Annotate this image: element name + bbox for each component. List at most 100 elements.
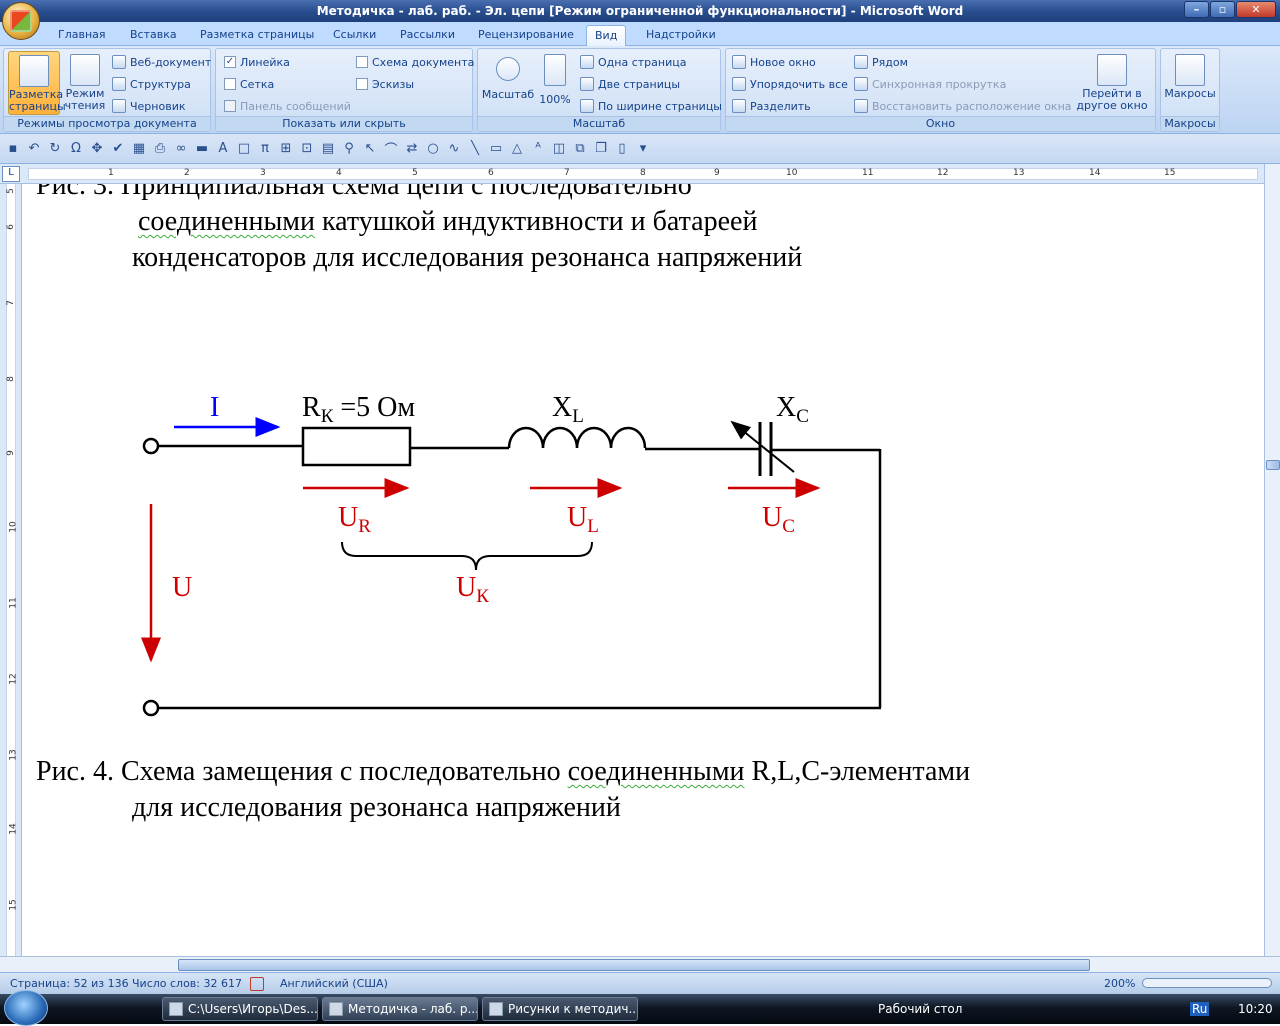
taskbar-item-explorer[interactable]: C:\Users\Игорь\Des... [162,997,318,1021]
message-bar-checkbox[interactable]: Панель сообщений [224,97,351,115]
draft-button[interactable]: Черновик [112,97,186,115]
freeform-icon[interactable]: ∿ [445,141,463,157]
ribbon-tabs: Главная Вставка Разметка страницы Ссылки… [0,22,1280,46]
split-button[interactable]: Разделить [732,97,811,115]
ruler-mark: 6 [488,168,494,178]
resistor [301,426,412,467]
horizontal-scrollbar[interactable] [0,956,1280,972]
tab-selector[interactable]: L [2,166,20,182]
rectangle-icon[interactable]: ▭ [487,141,505,157]
tab-review[interactable]: Рецензирование [470,25,582,46]
taskbar-item-word[interactable]: Методичка - лаб. р... [322,997,478,1021]
two-pages-button[interactable]: Две страницы [580,75,680,93]
proofing-icon[interactable] [250,977,264,991]
page-icon[interactable]: ▯ [613,141,631,157]
maximize-button[interactable]: ▫ [1210,1,1235,18]
vruler-mark: 12 [8,673,19,685]
outline-button[interactable]: Структура [112,75,191,93]
spell-error-word[interactable]: соединенными [568,756,745,787]
vertical-ruler[interactable]: 5 6 7 8 9 10 11 12 13 14 15 [0,184,22,956]
align-icon[interactable]: ⊞ [277,141,295,157]
link-icon[interactable]: ∞ [172,141,190,157]
spellcheck-icon[interactable]: ✔ [109,141,127,157]
tab-home[interactable]: Главная [50,25,114,46]
start-button[interactable] [4,990,48,1026]
font-color-icon[interactable]: A [214,141,232,157]
undo-icon[interactable]: ↶ [25,141,43,157]
group-icon[interactable]: ⊡ [298,141,316,157]
ruler-checkbox[interactable]: ✓ Линейка [224,53,290,71]
vertical-scroll-thumb[interactable] [1266,460,1280,470]
line-icon[interactable]: ╲ [466,141,484,157]
taskbar-item-word2[interactable]: Рисунки к методич... [482,997,638,1021]
arrange-icon[interactable]: ⧉ [571,141,589,157]
switch-window-button[interactable]: Перейти в другое окно [1072,51,1152,115]
thumbnails-checkbox[interactable]: Эскизы [356,75,414,93]
group-macros: Макросы Макросы [1160,48,1220,132]
pointer-icon[interactable]: ↖ [361,141,379,157]
page-100-icon [544,54,566,86]
desktop-toolbar[interactable]: Рабочий стол [878,1002,962,1016]
zoom-level[interactable]: 200% [1104,977,1135,990]
save-icon[interactable]: ▪ [4,141,22,157]
oval-icon[interactable]: ○ [424,141,442,157]
zoom-100-button[interactable]: 100% [536,51,574,115]
reading-mode-button[interactable]: Режим чтения [62,51,108,115]
new-window-button[interactable]: Новое окно [732,53,816,71]
picture-icon[interactable]: ▦ [130,141,148,157]
minimize-button[interactable]: – [1184,1,1209,18]
copy-icon[interactable]: ❐ [592,141,610,157]
tab-page-layout[interactable]: Разметка страницы [192,25,322,46]
tab-references[interactable]: Ссылки [325,25,384,46]
fill-icon[interactable]: □ [235,141,253,157]
grid-checkbox[interactable]: Сетка [224,75,274,93]
side-by-side-button[interactable]: Рядом [854,53,908,71]
reset-position-button[interactable]: Восстановить расположение окна [854,97,1072,115]
one-page-button[interactable]: Одна страница [580,53,686,71]
zoom-button[interactable]: Масштаб [480,51,536,115]
web-layout-button[interactable]: Веб-документ [112,53,211,71]
arrange-all-button[interactable]: Упорядочить все [732,75,848,93]
uc-symbol: U [762,502,782,533]
connector-icon[interactable]: ⇄ [403,141,421,157]
pi-icon[interactable]: π [256,141,274,157]
document-page[interactable]: Рис. 3. Принципиальная схема цепи с посл… [22,184,1264,956]
tab-insert[interactable]: Вставка [122,25,185,46]
page-count[interactable]: Страница: 52 из 136 [10,977,129,990]
tab-mailings[interactable]: Рассылки [392,25,463,46]
inductor-symbol: X [552,392,572,423]
move-icon[interactable]: ✥ [88,141,106,157]
reading-mode-label: Режим чтения [64,87,106,112]
language-indicator[interactable]: Английский (США) [280,977,388,990]
redo-icon[interactable]: ↻ [46,141,64,157]
office-button[interactable] [2,2,40,40]
vertical-scrollbar[interactable] [1264,164,1280,956]
doc-map-checkbox[interactable]: Схема документа [356,53,474,71]
zoom-icon[interactable]: ⚲ [340,141,358,157]
close-button[interactable]: ✕ [1236,1,1276,18]
print-layout-button[interactable]: Разметка страницы [8,51,66,115]
format-icon[interactable]: ▬ [193,141,211,157]
shadow-icon[interactable]: ◫ [550,141,568,157]
word-count[interactable]: Число слов: 32 617 [132,977,242,990]
page-width-button[interactable]: По ширине страницы [580,97,722,115]
language-bar[interactable]: Ru [1190,1002,1210,1016]
tab-view[interactable]: Вид [586,25,627,46]
clock[interactable]: 10:20 [1238,1002,1273,1016]
horizontal-ruler[interactable]: L 1 2 3 4 5 6 7 8 9 10 11 12 13 14 15 [0,164,1280,184]
curve-icon[interactable]: ⌒ [382,141,400,158]
tab-addins[interactable]: Надстройки [638,25,724,46]
sync-scroll-button[interactable]: Синхронная прокрутка [854,75,1006,93]
textbox-icon[interactable]: ▤ [319,141,337,157]
zoom-slider[interactable] [1142,978,1272,988]
macros-button[interactable]: Макросы [1164,51,1216,115]
spell-error-word[interactable]: соединенными [138,206,315,237]
triangle-icon[interactable]: △ [508,141,526,157]
horizontal-scroll-thumb[interactable] [178,959,1090,971]
customize-chevron-down-icon[interactable]: ▾ [634,141,652,157]
ruler-mark: 1 [108,168,114,178]
ur-symbol: U [338,502,358,533]
wordart-icon[interactable]: ᴬ [529,141,547,157]
print-icon[interactable]: ⎙ [151,141,169,157]
symbol-icon[interactable]: Ω [67,141,85,157]
